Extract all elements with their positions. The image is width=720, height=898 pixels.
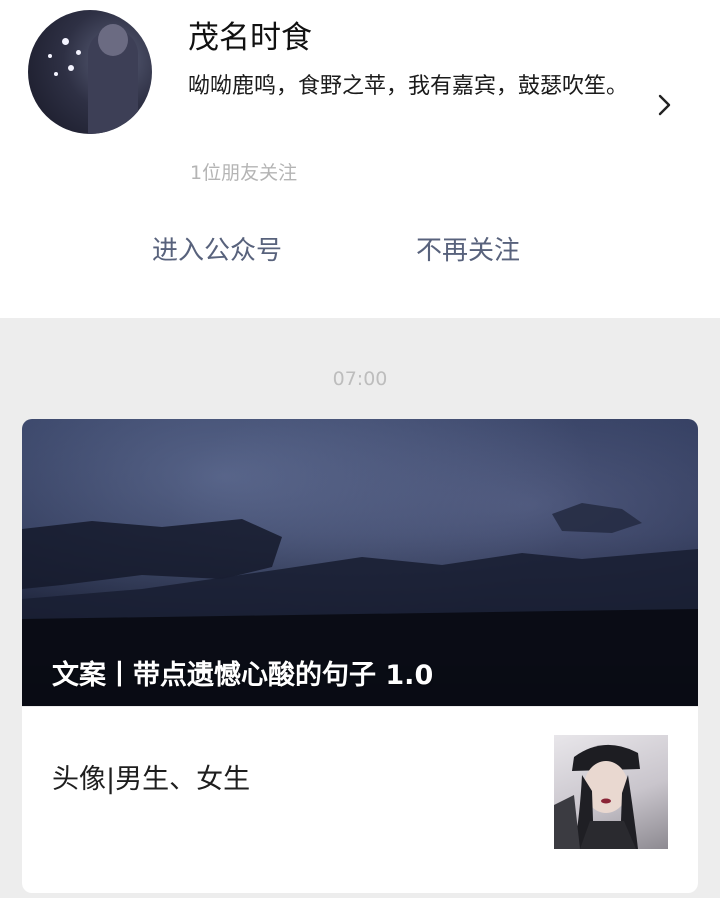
unfollow-button[interactable]: 不再关注: [416, 230, 520, 267]
article-sub-thumbnail[interactable]: [554, 735, 668, 849]
friends-following-count: 1位朋友关注: [190, 162, 298, 184]
enter-account-button[interactable]: 进入公众号: [152, 230, 282, 267]
article-cover-image[interactable]: 文案丨带点遗憾心酸的句子 1.0: [22, 419, 698, 706]
article-sub-item[interactable]: 头像|男生、女生: [22, 706, 698, 893]
message-timestamp: 07:00: [332, 368, 388, 390]
article-sub-title[interactable]: 头像|男生、女生: [52, 757, 250, 796]
article-card[interactable]: 文案丨带点遗憾心酸的句子 1.0 头像|男生、女生: [22, 419, 698, 893]
account-header: 茂名时食 呦呦鹿鸣，食野之苹，我有嘉宾，鼓瑟吹笙。 1位朋友关注 进入公众号 不…: [0, 0, 720, 318]
account-avatar[interactable]: [28, 10, 152, 134]
article-title[interactable]: 文案丨带点遗憾心酸的句子 1.0: [52, 653, 433, 692]
account-name: 茂名时食: [188, 20, 312, 56]
chevron-right-icon[interactable]: [654, 92, 676, 118]
account-description[interactable]: 呦呦鹿鸣，食野之苹，我有嘉宾，鼓瑟吹笙。: [188, 70, 658, 104]
